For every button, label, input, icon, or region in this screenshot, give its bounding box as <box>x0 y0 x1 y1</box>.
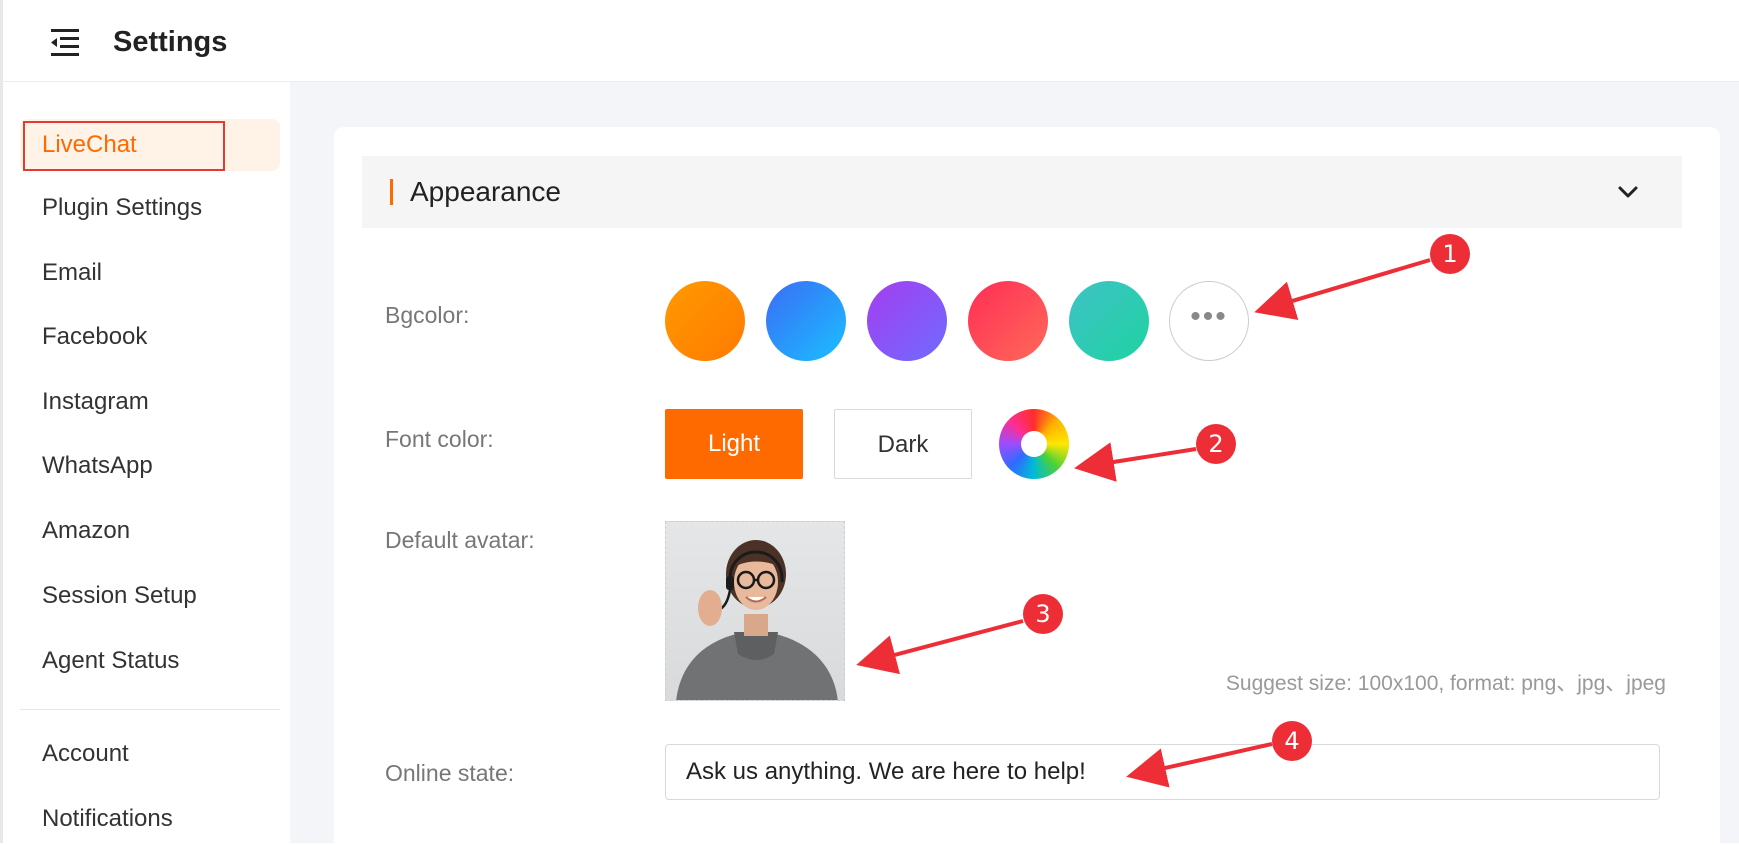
highlight-annotation-box <box>23 121 225 171</box>
sidebar: LiveChat Plugin Settings Email Facebook … <box>0 82 290 843</box>
bgcolor-swatch-orange[interactable] <box>665 281 745 361</box>
sidebar-item-email[interactable]: Email <box>20 247 280 299</box>
online-state-input[interactable] <box>665 744 1660 800</box>
sidebar-item-session-setup[interactable]: Session Setup <box>20 570 280 622</box>
sidebar-item-livechat[interactable]: LiveChat <box>20 119 280 171</box>
sidebar-item-plugin-settings[interactable]: Plugin Settings <box>20 182 280 234</box>
section-title: Appearance <box>410 176 562 207</box>
color-picker-center <box>1021 431 1047 457</box>
page-title: Settings <box>113 26 228 58</box>
main-content: Appearance Bgcolor: ••• Font color: Ligh… <box>290 82 1739 843</box>
online-state-label: Online state: <box>385 760 515 786</box>
sidebar-item-agent-status[interactable]: Agent Status <box>20 635 280 687</box>
appearance-section-header[interactable]: Appearance <box>362 156 1682 228</box>
menu-collapse-icon[interactable] <box>47 24 83 60</box>
top-header: Settings <box>0 0 1739 82</box>
font-color-label: Font color: <box>385 426 494 452</box>
color-picker-icon[interactable] <box>999 409 1069 479</box>
avatar-size-hint: Suggest size: 100x100, format: png、jpg、j… <box>1225 672 1666 695</box>
sidebar-divider <box>20 709 280 710</box>
section-accent-bar <box>390 179 393 205</box>
font-color-light-button[interactable]: Light <box>665 409 803 479</box>
sidebar-item-whatsapp[interactable]: WhatsApp <box>20 440 280 492</box>
bgcolor-swatch-blue[interactable] <box>766 281 846 361</box>
sidebar-item-instagram[interactable]: Instagram <box>20 376 280 428</box>
sidebar-item-notifications[interactable]: Notifications <box>20 793 280 845</box>
default-avatar-upload[interactable] <box>665 521 845 701</box>
annotation-badge-4: 4 <box>1272 721 1312 761</box>
annotation-badge-2: 2 <box>1196 424 1236 464</box>
chevron-down-icon[interactable] <box>1614 178 1642 206</box>
bgcolor-swatch-red[interactable] <box>968 281 1048 361</box>
settings-card: Appearance Bgcolor: ••• Font color: Ligh… <box>334 127 1720 843</box>
annotation-badge-1: 1 <box>1430 234 1470 274</box>
more-dots-icon: ••• <box>1190 300 1228 333</box>
bgcolor-more-button[interactable]: ••• <box>1169 281 1249 361</box>
sidebar-item-account[interactable]: Account <box>20 728 280 780</box>
avatar-image <box>676 540 838 700</box>
font-color-dark-button[interactable]: Dark <box>834 409 972 479</box>
sidebar-item-facebook[interactable]: Facebook <box>20 311 280 363</box>
bgcolor-swatch-teal[interactable] <box>1069 281 1149 361</box>
bgcolor-swatch-purple[interactable] <box>867 281 947 361</box>
default-avatar-label: Default avatar: <box>385 527 535 553</box>
sidebar-item-amazon[interactable]: Amazon <box>20 505 280 557</box>
annotation-badge-3: 3 <box>1023 594 1063 634</box>
bgcolor-label: Bgcolor: <box>385 302 470 328</box>
